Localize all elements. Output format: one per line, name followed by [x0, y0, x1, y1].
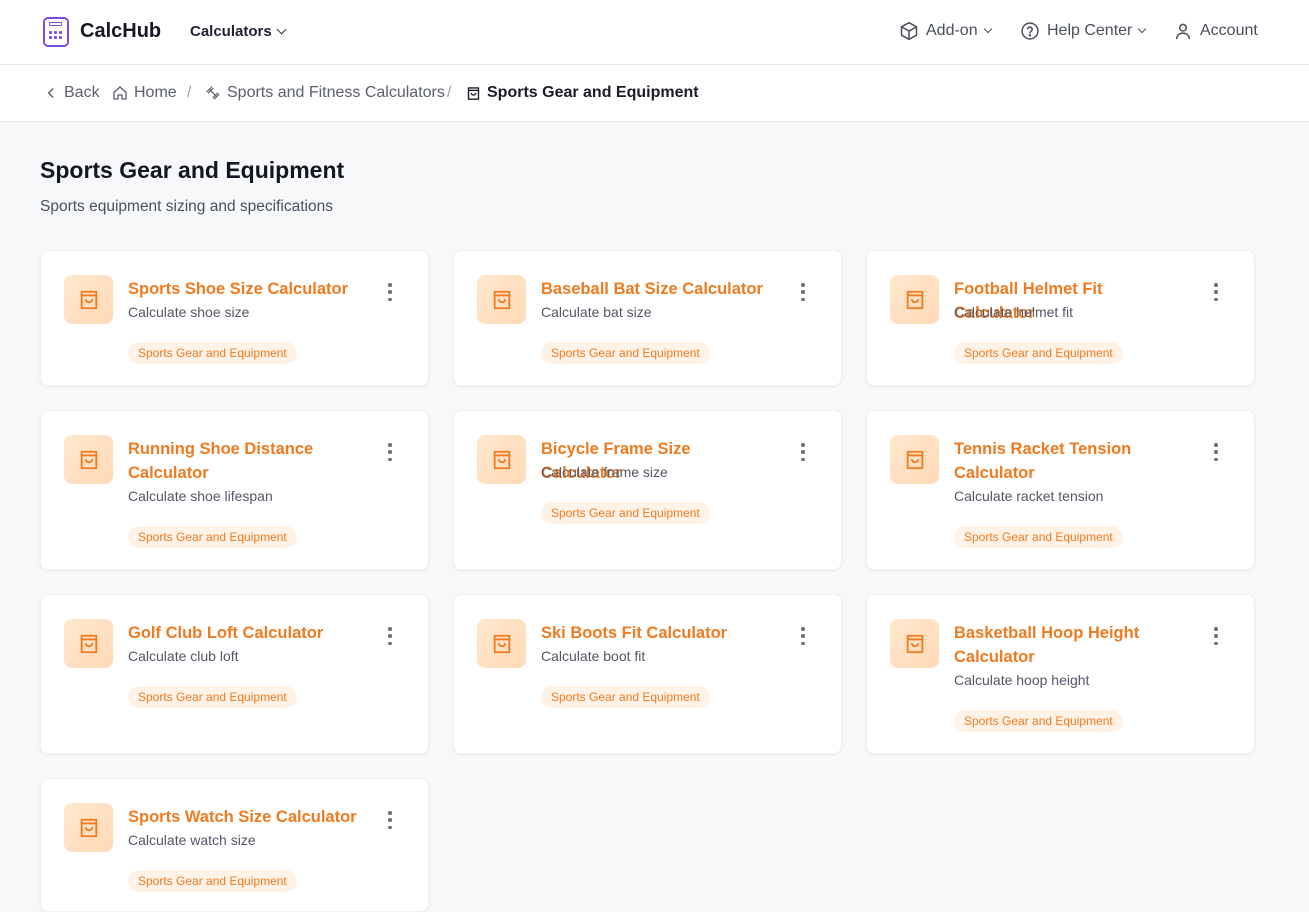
calculator-card[interactable]: Ski Boots Fit Calculator Calculate boot f… [453, 594, 842, 754]
card-description: Calculate racket tension [954, 488, 1104, 504]
user-icon [1176, 23, 1190, 40]
category-tag: Sports Gear and Equipment [128, 686, 297, 708]
breadcrumb-current: Sports Gear and Equipment [466, 84, 699, 102]
shopping-bag-icon [64, 275, 113, 324]
shopping-bag-icon [64, 803, 113, 852]
card-title[interactable]: Golf Club Loft Calculator [128, 621, 358, 645]
card-description: Calculate shoe size [128, 304, 250, 320]
calculator-card[interactable]: Running Shoe Distance Calculator Calculat… [40, 410, 429, 570]
calculator-card[interactable]: Bicycle Frame Size Calculator Calculate f… [453, 410, 842, 570]
card-title[interactable]: Basketball Hoop Height Calculator [954, 621, 1184, 669]
breadcrumb-home-label: Home [134, 84, 177, 101]
shopping-bag-icon [477, 435, 526, 484]
card-title[interactable]: Sports Shoe Size Calculator [128, 277, 358, 301]
more-vertical-icon[interactable] [797, 443, 809, 461]
category-tag: Sports Gear and Equipment [954, 526, 1123, 548]
calculator-card[interactable]: Sports Shoe Size Calculator Calculate sho… [40, 250, 429, 386]
card-description: Calculate bat size [541, 304, 652, 320]
calculators-menu[interactable]: Calculators [190, 23, 287, 40]
breadcrumb: Back Home / Sports and Fitness Calculato… [0, 65, 1309, 122]
shopping-bag-icon [477, 275, 526, 324]
breadcrumb-home[interactable]: Home [112, 84, 177, 102]
top-navbar: CalcHub Calculators Add-on Help Center A… [0, 0, 1309, 65]
category-tag: Sports Gear and Equipment [541, 686, 710, 708]
shopping-bag-icon [467, 86, 480, 100]
more-vertical-icon[interactable] [1210, 283, 1222, 301]
help-center-label: Help Center [1047, 22, 1133, 39]
breadcrumb-sports-fitness-label: Sports and Fitness Calculators [227, 84, 445, 101]
account-menu[interactable]: Account [1173, 21, 1258, 41]
chevron-left-icon [47, 88, 54, 98]
back-label: Back [64, 84, 100, 101]
calculator-card[interactable]: Golf Club Loft Calculator Calculate club … [40, 594, 429, 754]
card-description: Calculate helmet fit [954, 304, 1074, 320]
shopping-bag-icon [890, 619, 939, 668]
shopping-bag-icon [64, 435, 113, 484]
card-description: Calculate club loft [128, 648, 239, 664]
box-icon [900, 21, 918, 41]
more-vertical-icon[interactable] [384, 443, 396, 461]
help-circle-icon [1021, 22, 1039, 40]
category-tag: Sports Gear and Equipment [954, 342, 1123, 364]
calculator-card[interactable]: Football Helmet Fit Calculator Calculate … [866, 250, 1255, 386]
category-tag: Sports Gear and Equipment [128, 870, 297, 892]
addon-label: Add-on [926, 22, 978, 39]
calculator-card[interactable]: Basketball Hoop Height Calculator Calcula… [866, 594, 1255, 754]
more-vertical-icon[interactable] [384, 811, 396, 829]
category-tag: Sports Gear and Equipment [128, 526, 297, 548]
breadcrumb-sports-fitness[interactable]: Sports and Fitness Calculators [205, 84, 445, 102]
card-description: Calculate boot fit [541, 648, 646, 664]
card-description: Calculate frame size [541, 464, 668, 480]
brand-name[interactable]: CalcHub [80, 20, 161, 43]
category-tag: Sports Gear and Equipment [128, 342, 297, 364]
calculators-menu-label: Calculators [190, 23, 272, 40]
calculator-card[interactable]: Baseball Bat Size Calculator Calculate ba… [453, 250, 842, 386]
card-title[interactable]: Baseball Bat Size Calculator [541, 277, 771, 301]
category-tag: Sports Gear and Equipment [541, 502, 710, 524]
card-title[interactable]: Sports Watch Size Calculator [128, 805, 358, 829]
more-vertical-icon[interactable] [797, 283, 809, 301]
calculator-card[interactable]: Tennis Racket Tension Calculator Calculat… [866, 410, 1255, 570]
more-vertical-icon[interactable] [797, 627, 809, 645]
page-title: Sports Gear and Equipment [40, 157, 345, 183]
card-title[interactable]: Tennis Racket Tension Calculator [954, 437, 1184, 485]
shopping-bag-icon [890, 435, 939, 484]
card-description: Calculate watch size [128, 832, 256, 848]
account-label: Account [1200, 22, 1258, 39]
calculator-card[interactable]: Sports Watch Size Calculator Calculate wa… [40, 778, 429, 912]
back-link[interactable]: Back [44, 84, 100, 102]
chevron-down-icon [983, 24, 992, 34]
category-tag: Sports Gear and Equipment [954, 710, 1123, 732]
addon-menu[interactable]: Add-on [899, 21, 992, 41]
card-title[interactable]: Running Shoe Distance Calculator [128, 437, 358, 485]
help-center-menu[interactable]: Help Center [1020, 21, 1147, 41]
more-vertical-icon[interactable] [384, 627, 396, 645]
card-description: Calculate shoe lifespan [128, 488, 273, 504]
more-vertical-icon[interactable] [1210, 443, 1222, 461]
breadcrumb-separator: / [187, 84, 192, 101]
chevron-down-icon [276, 24, 287, 35]
chevron-down-icon [1138, 24, 1147, 34]
more-vertical-icon[interactable] [384, 283, 396, 301]
card-description: Calculate hoop height [954, 672, 1090, 688]
page-subtitle: Sports equipment sizing and specificatio… [40, 198, 333, 215]
home-icon [113, 86, 127, 100]
more-vertical-icon[interactable] [1210, 627, 1222, 645]
shopping-bag-icon [477, 619, 526, 668]
shopping-bag-icon [64, 619, 113, 668]
calculator-logo-icon[interactable] [43, 17, 69, 47]
dumbbell-icon [206, 86, 220, 100]
breadcrumb-separator: / [447, 84, 452, 101]
shopping-bag-icon [890, 275, 939, 324]
category-tag: Sports Gear and Equipment [541, 342, 710, 364]
card-title[interactable]: Ski Boots Fit Calculator [541, 621, 771, 645]
breadcrumb-current-label: Sports Gear and Equipment [487, 84, 699, 101]
